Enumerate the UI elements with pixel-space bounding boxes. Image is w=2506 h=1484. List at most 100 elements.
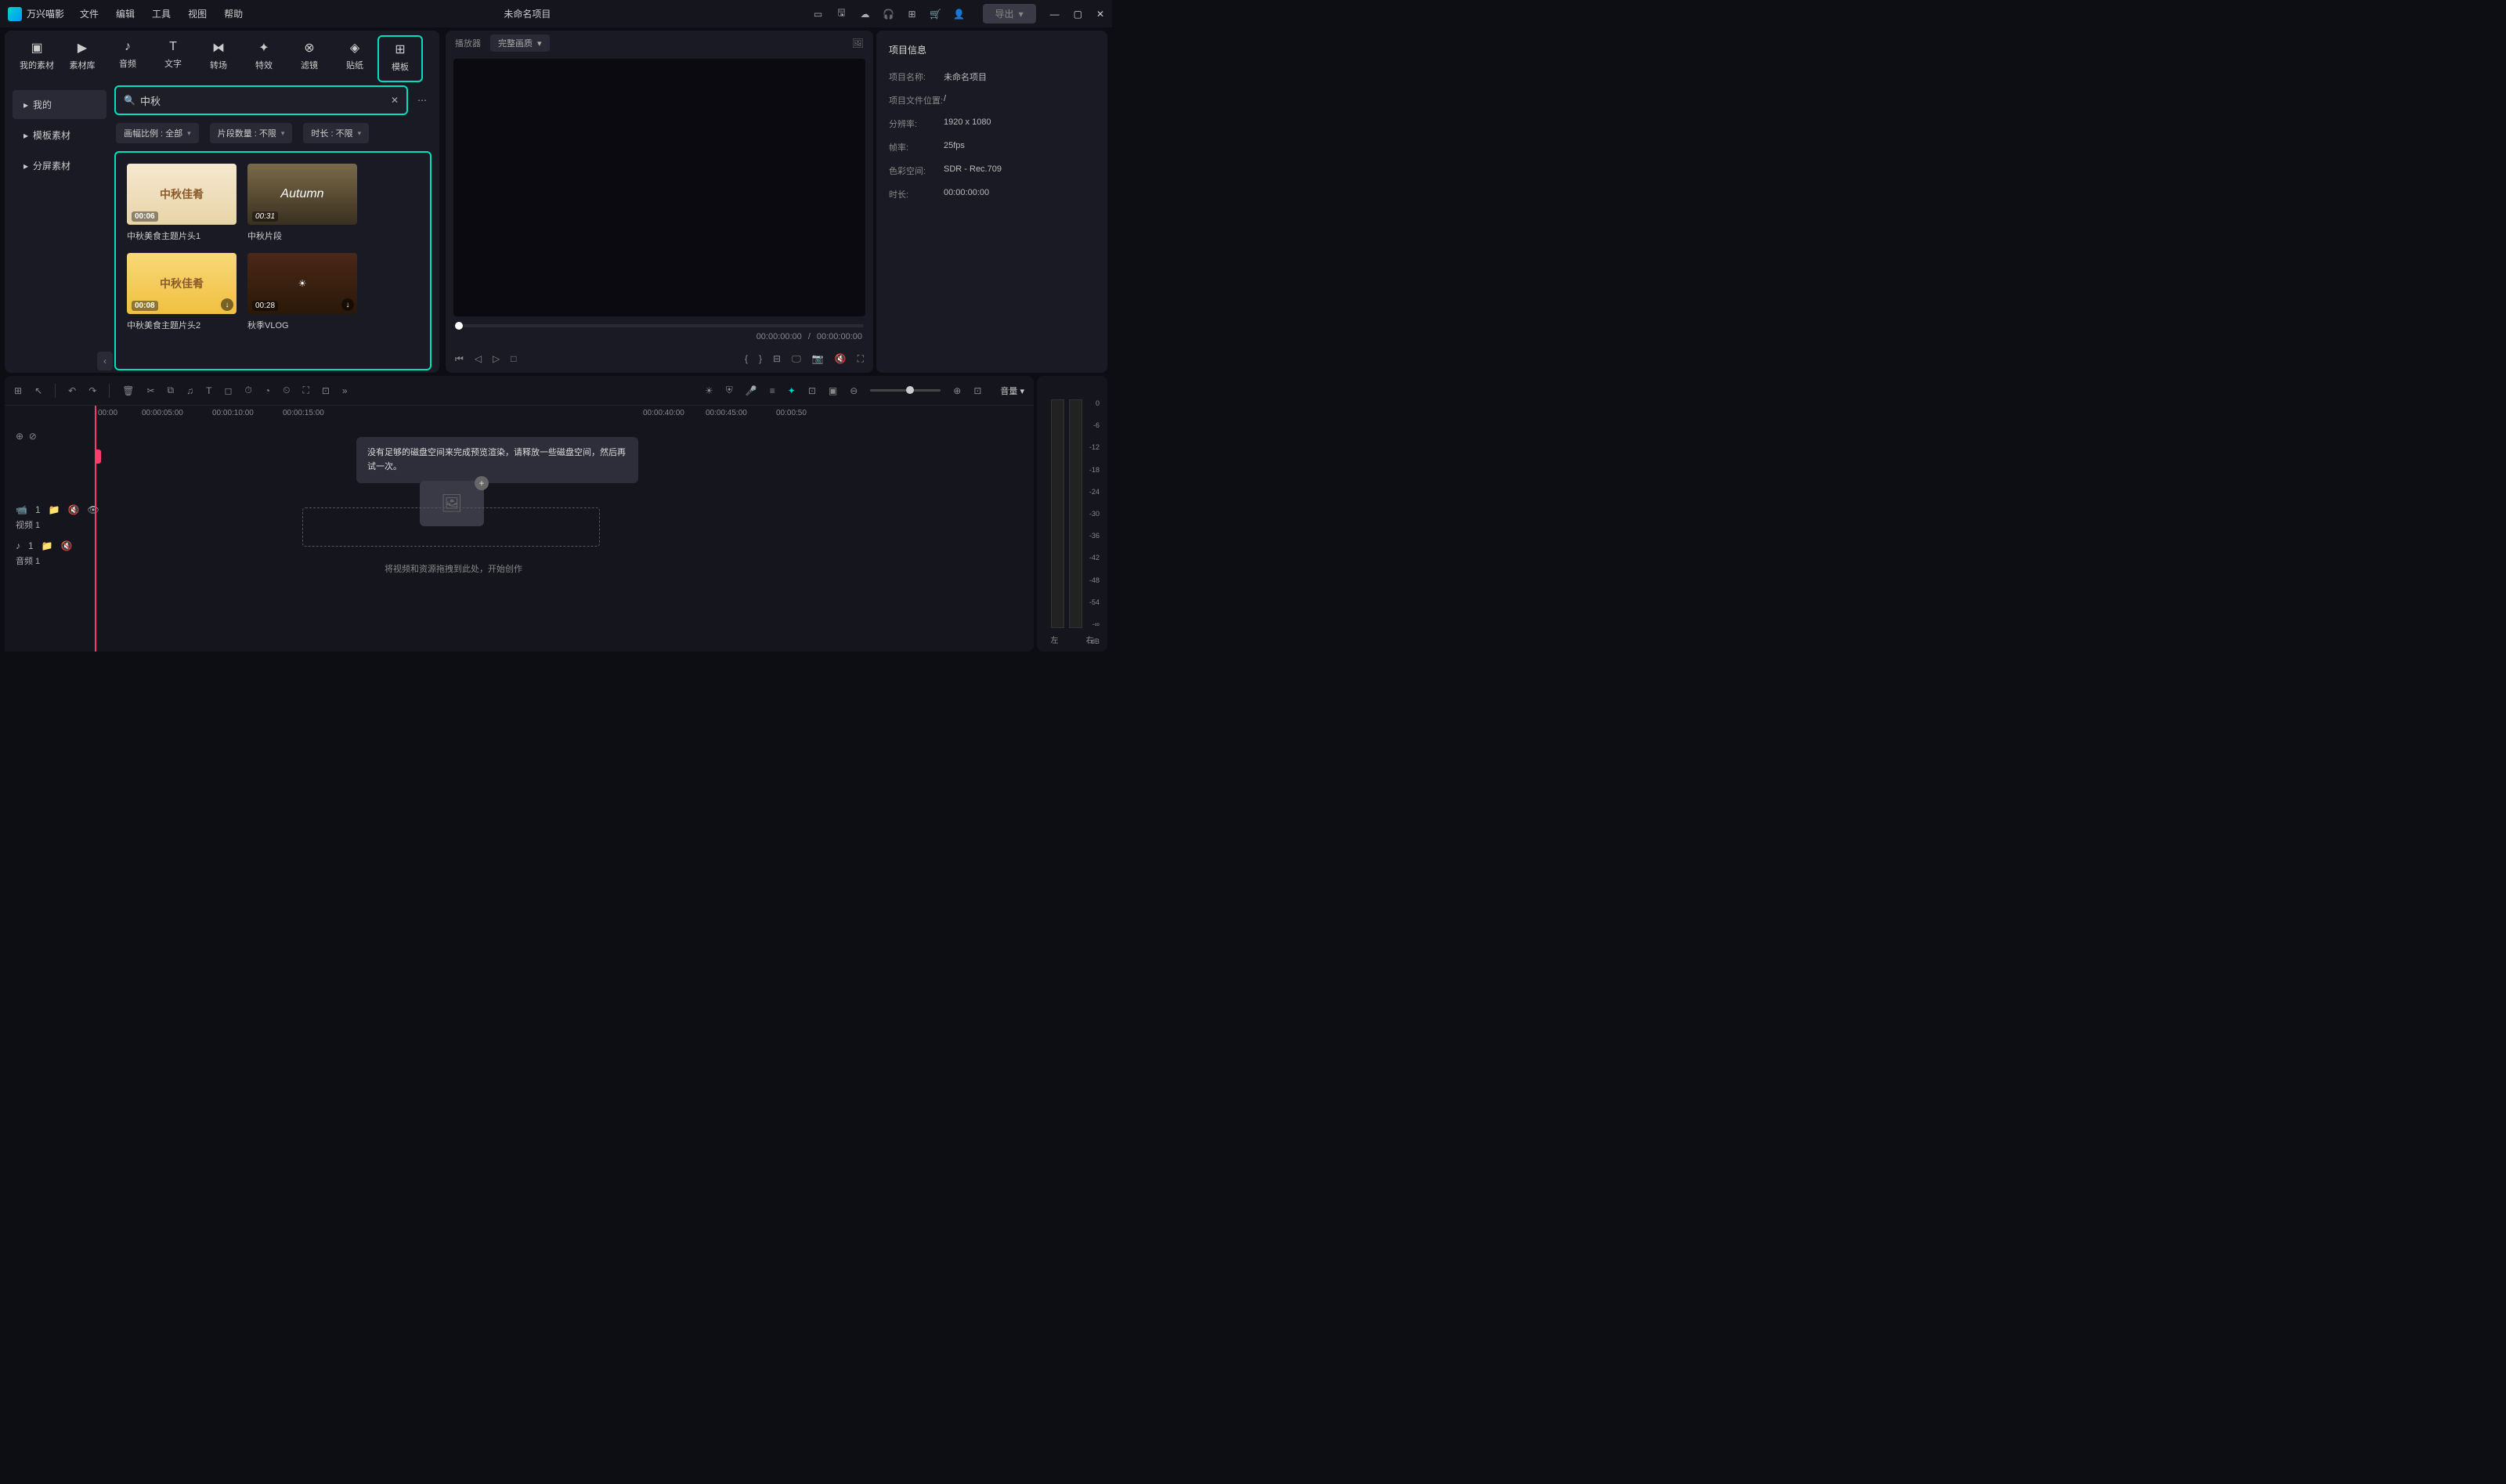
mute-track-icon[interactable]: 🔇: [61, 540, 73, 551]
preview-viewport[interactable]: [453, 59, 865, 316]
user-icon[interactable]: 👤: [953, 8, 966, 20]
sidebar-collapse-button[interactable]: ‹: [97, 352, 113, 370]
add-media-icon[interactable]: +: [475, 476, 489, 490]
redo-icon[interactable]: ↷: [88, 385, 96, 396]
timeline-tracks[interactable]: 00:00 00:00:05:00 00:00:10:00 00:00:15:0…: [95, 406, 1034, 652]
delete-icon[interactable]: 🗑: [122, 385, 134, 396]
link-icon[interactable]: ⊕: [16, 431, 23, 442]
search-more-icon[interactable]: ⋯: [413, 95, 432, 106]
tool-grid-icon[interactable]: ⊞: [14, 385, 22, 396]
filter-duration[interactable]: 时长 : 不限: [303, 123, 369, 143]
filter-clips[interactable]: 片段数量 : 不限: [210, 123, 293, 143]
tab-text[interactable]: T文字: [150, 35, 196, 82]
shield-icon[interactable]: ⛨: [726, 385, 733, 396]
tab-filter[interactable]: ⊗滤镜: [287, 35, 332, 82]
crop-icon[interactable]: ⧉: [168, 385, 175, 396]
layout-icon[interactable]: ⊟: [773, 353, 781, 364]
tab-my-media[interactable]: ▣我的素材: [14, 35, 60, 82]
folder-icon[interactable]: 📁: [42, 540, 53, 551]
download-icon[interactable]: ↓: [221, 298, 233, 311]
tool-pointer-icon[interactable]: ↖: [34, 385, 42, 396]
tab-template[interactable]: ⊞模板: [377, 35, 423, 82]
minimize-icon[interactable]: —: [1050, 9, 1060, 20]
template-card[interactable]: 中秋佳肴00:06 中秋美食主题片头1: [127, 164, 237, 242]
template-card[interactable]: ☀00:28↓ 秋季VLOG: [247, 253, 357, 331]
menu-file[interactable]: 文件: [80, 7, 99, 20]
apps-icon[interactable]: ⊞: [906, 8, 919, 20]
maximize-icon[interactable]: ▢: [1074, 9, 1082, 20]
mute-icon[interactable]: 🔇: [835, 353, 847, 364]
camera-icon[interactable]: 📷: [812, 353, 824, 364]
template-card[interactable]: Autumn00:31 中秋片段: [247, 164, 357, 242]
unlink-icon[interactable]: ⊘: [29, 431, 37, 442]
music-icon[interactable]: ♫: [186, 385, 193, 396]
snapshot-tool-icon[interactable]: ▣: [829, 385, 837, 396]
enhance-icon[interactable]: ☀: [705, 385, 713, 396]
folder-icon[interactable]: 📁: [49, 504, 60, 515]
tab-stock[interactable]: ▶素材库: [60, 35, 105, 82]
mic-icon[interactable]: 🎤: [746, 385, 757, 396]
record-icon[interactable]: ⊡: [808, 385, 816, 396]
playhead[interactable]: [95, 406, 96, 652]
quality-dropdown[interactable]: 完整画质▾: [490, 34, 550, 52]
expand-icon[interactable]: ⛶: [302, 385, 309, 396]
sidebar-item-templates[interactable]: ▸模板素材: [13, 121, 107, 150]
lock-icon[interactable]: ⊡: [322, 385, 330, 396]
mute-track-icon[interactable]: 🔇: [68, 504, 80, 515]
cut-icon[interactable]: ✂: [146, 385, 154, 396]
template-card[interactable]: 中秋佳肴00:08↓ 中秋美食主题片头2: [127, 253, 237, 331]
mark-out-icon[interactable]: }: [759, 353, 762, 364]
display-icon[interactable]: 🖵: [792, 353, 801, 365]
volume-label[interactable]: 音量 ▾: [1000, 385, 1024, 397]
step-back-icon[interactable]: ◁: [475, 353, 482, 364]
filter-aspect[interactable]: 画幅比例 : 全部: [116, 123, 199, 143]
fullscreen-icon[interactable]: ⛶: [858, 353, 864, 365]
color-icon[interactable]: ◔: [265, 385, 270, 396]
snapshot-icon[interactable]: 🖼: [852, 38, 864, 49]
preview-scrubber[interactable]: [455, 324, 864, 327]
tab-transition[interactable]: ⧓转场: [196, 35, 241, 82]
tab-sticker[interactable]: ◈贴纸: [332, 35, 377, 82]
text-tool-icon[interactable]: T: [206, 385, 211, 396]
menu-help[interactable]: 帮助: [224, 7, 243, 20]
auto-icon[interactable]: ✦: [788, 385, 796, 396]
timeline-ruler[interactable]: 00:00 00:00:05:00 00:00:10:00 00:00:15:0…: [95, 406, 1034, 426]
audio-track-header[interactable]: ♪1📁🔇 音频 1: [5, 536, 95, 572]
prev-frame-icon[interactable]: ⏮: [455, 353, 464, 365]
search-input[interactable]: [140, 95, 386, 107]
download-icon[interactable]: ↓: [341, 298, 354, 311]
zoom-out-icon[interactable]: ⊖: [850, 385, 858, 396]
zoom-in-icon[interactable]: ⊕: [953, 385, 961, 396]
video-track-header[interactable]: 📹1📁🔇👁 视频 1: [5, 500, 95, 536]
tab-effects[interactable]: ✦特效: [241, 35, 287, 82]
save-icon[interactable]: 🖫: [836, 8, 848, 20]
tab-audio[interactable]: ♪音频: [105, 35, 150, 82]
close-icon[interactable]: ✕: [1096, 9, 1104, 20]
video-icon: 📹: [16, 504, 27, 515]
mark-in-icon[interactable]: {: [745, 353, 748, 364]
undo-icon[interactable]: ↶: [68, 385, 76, 396]
more-tools-icon[interactable]: »: [342, 385, 348, 396]
stop-icon[interactable]: □: [511, 353, 516, 364]
title-bar: 万兴喵影 文件 编辑 工具 视图 帮助 未命名项目 ▭ 🖫 ☁ 🎧 ⊞ 🛒 👤 …: [0, 0, 1112, 27]
menu-view[interactable]: 视图: [188, 7, 207, 20]
fit-icon[interactable]: ⊡: [973, 385, 981, 396]
export-button[interactable]: 导出▾: [983, 4, 1036, 23]
zoom-slider[interactable]: [870, 389, 941, 392]
headphones-icon[interactable]: 🎧: [883, 8, 895, 20]
timer-icon[interactable]: ⏲: [283, 385, 290, 396]
menu-edit[interactable]: 编辑: [116, 7, 135, 20]
screen-icon[interactable]: ▭: [812, 8, 825, 20]
info-heading: 项目信息: [889, 43, 1095, 56]
cart-icon[interactable]: 🛒: [930, 8, 942, 20]
sidebar-item-mine[interactable]: ▸我的: [13, 90, 107, 119]
clear-search-icon[interactable]: ✕: [391, 95, 399, 106]
menu-tools[interactable]: 工具: [152, 7, 171, 20]
timeline-drop-zone[interactable]: [302, 507, 600, 547]
speed-icon[interactable]: ⏱: [244, 385, 251, 396]
cloud-icon[interactable]: ☁: [859, 8, 872, 20]
marker-icon[interactable]: ◻: [224, 385, 232, 396]
sidebar-item-splitscreen[interactable]: ▸分屏素材: [13, 151, 107, 180]
play-icon[interactable]: ▷: [493, 353, 500, 364]
subtitle-icon[interactable]: ≡: [770, 385, 775, 396]
